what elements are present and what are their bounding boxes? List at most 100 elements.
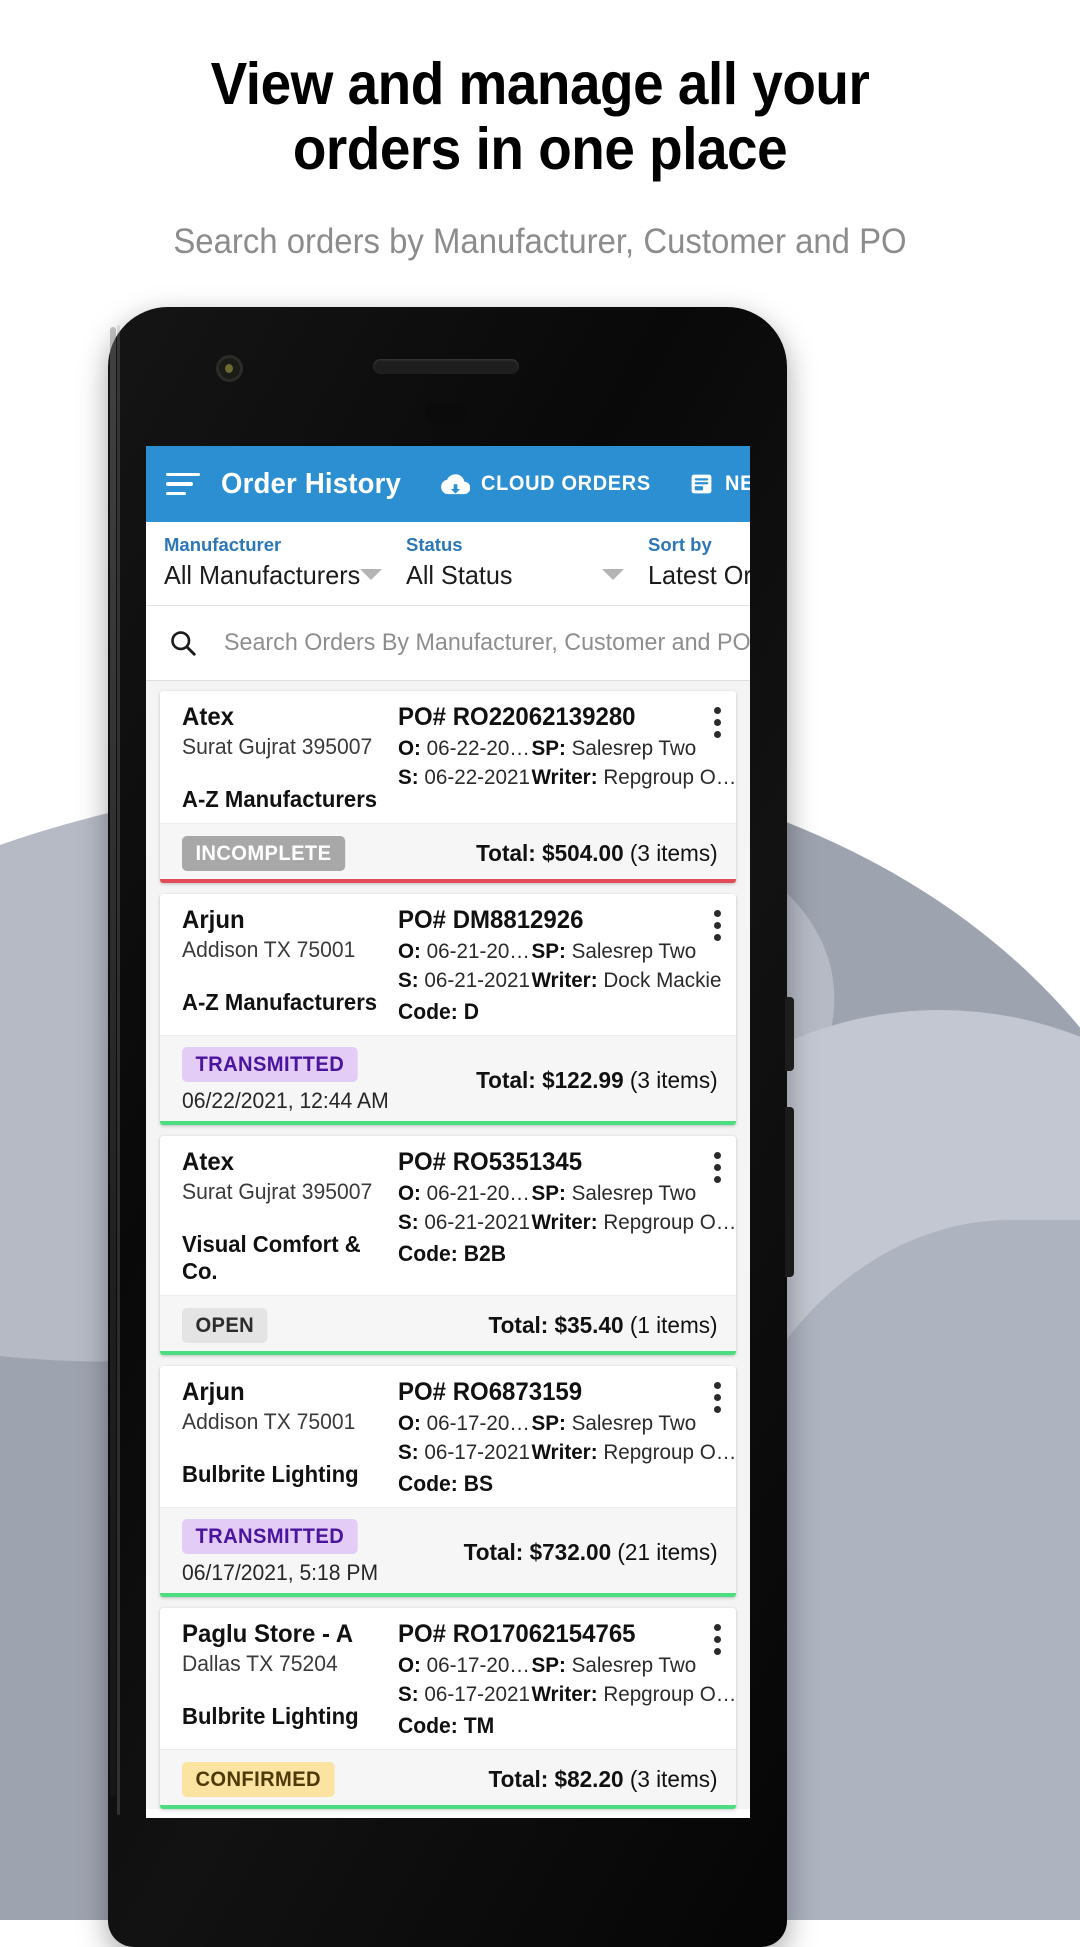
salesperson-label: SP: — [531, 736, 566, 760]
order-card-body: Atex Surat Gujrat 395007 A-Z Manufacturers… — [160, 691, 736, 823]
order-card-body: Atex Surat Gujrat 395007 Visual Comfort & … — [160, 1136, 736, 1295]
shipped-label: S: — [398, 1210, 419, 1234]
front-camera-icon — [216, 355, 243, 382]
shipped-label: S: — [398, 968, 419, 992]
sort-by-filter[interactable]: Sort by Latest Orde — [648, 534, 750, 591]
new-order-button[interactable]: NEW ORDER — [689, 471, 750, 497]
hero-section: View and manage all your orders in one p… — [0, 0, 1080, 262]
order-card[interactable]: Atex Surat Gujrat 395007 Visual Comfort & … — [160, 1136, 736, 1355]
order-card-footer: TRANSMITTED 06/17/2021, 5:18 PM Total: $73… — [160, 1507, 736, 1597]
manufacturer-name: Bulbrite Lighting — [182, 1703, 359, 1729]
status-accent-bar — [160, 1805, 736, 1809]
search-bar[interactable]: Search Orders By Manufacturer, Customer … — [146, 606, 750, 681]
order-meta-line-1: O: 06-17-20…SP: Salesrep Two — [398, 1653, 736, 1678]
item-count: (1 items) — [630, 1312, 718, 1338]
status-badge: TRANSMITTED — [182, 1047, 358, 1082]
chevron-down-icon[interactable] — [360, 569, 382, 580]
cloud-download-icon — [440, 473, 470, 494]
order-card[interactable]: Paglu Store - A Dallas TX 75204 Bulbrite L… — [160, 1608, 736, 1809]
order-card[interactable]: Atex Surat Gujrat 395007 A-Z Manufacturers… — [160, 691, 736, 883]
order-card-footer: CONFIRMED Total: $82.20 (3 items) — [160, 1749, 736, 1809]
overflow-menu-icon[interactable] — [713, 1152, 721, 1183]
writer-name: Repgroup O… — [603, 1440, 736, 1464]
new-document-icon — [691, 474, 712, 494]
manufacturer-filter[interactable]: Manufacturer All Manufacturers — [164, 534, 406, 591]
order-meta-line-2: S: 06-17-2021Writer: Repgroup O… — [398, 1682, 736, 1707]
order-code: Code: TM — [398, 1713, 495, 1738]
sort-by-filter-label: Sort by — [648, 534, 712, 555]
customer-address: Addison TX 75001 — [182, 1409, 356, 1434]
manufacturer-filter-label: Manufacturer — [164, 534, 282, 555]
salesperson-label: SP: — [531, 1181, 566, 1205]
headline-line-2: orders in one place — [292, 115, 788, 182]
status-filter-label: Status — [406, 534, 463, 555]
order-meta-line-1: O: 06-21-20…SP: Salesrep Two — [398, 939, 721, 964]
earpiece-speaker — [373, 359, 519, 374]
chevron-down-icon[interactable] — [602, 569, 624, 580]
cloud-orders-button[interactable]: CLOUD ORDERS — [440, 472, 660, 496]
item-count: (3 items) — [630, 1067, 718, 1093]
writer-name: Dock Mackie — [603, 968, 722, 992]
order-code: Code: D — [398, 999, 479, 1024]
salesperson-name: Salesrep Two — [571, 939, 697, 963]
phone-power-button — [785, 997, 794, 1071]
order-code: Code: BS — [398, 1471, 494, 1496]
salesperson-label: SP: — [531, 1411, 566, 1435]
order-card-footer: OPEN Total: $35.40 (1 items) — [160, 1295, 736, 1355]
status-filter[interactable]: Status All Status — [406, 534, 648, 591]
writer-name: Repgroup O… — [603, 765, 736, 789]
order-total: Total: $122.99 (3 items) — [476, 1067, 718, 1094]
search-input[interactable]: Search Orders By Manufacturer, Customer … — [224, 629, 750, 657]
phone-edge-highlight-2 — [117, 325, 120, 1815]
order-total: Total: $504.00 (3 items) — [476, 840, 718, 867]
salesperson-name: Salesrep Two — [571, 1411, 697, 1435]
order-customer-column: Atex Surat Gujrat 395007 Visual Comfort & … — [160, 1148, 398, 1285]
phone-mockup: Order History CLOUD ORDERS NEW ORDER — [108, 307, 794, 1947]
shipped-label: S: — [398, 1682, 419, 1706]
order-card[interactable]: Arjun Addison TX 75001 Bulbrite Lighting PO… — [160, 1366, 736, 1597]
manufacturer-name: A-Z Manufacturers — [182, 786, 378, 812]
order-customer-column: Arjun Addison TX 75001 A-Z Manufacturers — [160, 906, 398, 1025]
overflow-menu-icon[interactable] — [713, 707, 721, 738]
customer-address: Surat Gujrat 395007 — [182, 734, 373, 759]
overflow-menu-icon[interactable] — [713, 1382, 721, 1413]
total-amount: $82.20 — [554, 1766, 624, 1792]
item-count: (21 items) — [617, 1539, 718, 1565]
order-card[interactable]: Arjun Addison TX 75001 A-Z Manufacturers PO… — [160, 894, 736, 1125]
manufacturer-name: Bulbrite Lighting — [182, 1461, 359, 1487]
manufacturer-name: A-Z Manufacturers — [182, 989, 378, 1015]
order-timestamp: 06/22/2021, 12:44 AM — [182, 1088, 389, 1113]
overflow-menu-icon[interactable] — [713, 1624, 721, 1655]
salesperson-label: SP: — [531, 939, 566, 963]
status-accent-bar — [160, 1351, 736, 1355]
new-order-label: NEW ORDER — [725, 472, 750, 495]
status-badge: TRANSMITTED — [182, 1519, 358, 1554]
order-meta-line-1: O: 06-22-20…SP: Salesrep Two — [398, 736, 736, 761]
status-filter-value: All Status — [406, 560, 513, 590]
order-detail-column: PO# DM8812926 O: 06-21-20…SP: Salesrep Tw… — [398, 906, 736, 1025]
ordered-label: O: — [398, 736, 421, 760]
total-label: Total: — [488, 1766, 549, 1792]
order-card-footer: INCOMPLETE Total: $504.00 (3 items) — [160, 823, 736, 883]
purchase-order-number: PO# RO5351345 — [398, 1148, 583, 1176]
customer-address: Dallas TX 75204 — [182, 1651, 338, 1676]
purchase-order-number: PO# RO22062139280 — [398, 703, 636, 731]
order-code: Code: B2B — [398, 1241, 506, 1266]
hero-subtitle: Search orders by Manufacturer, Customer … — [173, 221, 907, 261]
search-icon — [171, 631, 196, 656]
purchase-order-number: PO# DM8812926 — [398, 906, 584, 934]
shipped-label: S: — [398, 765, 419, 789]
phone-volume-button — [785, 1107, 794, 1277]
order-detail-column: PO# RO17062154765 O: 06-17-20…SP: Salesre… — [398, 1620, 736, 1739]
status-accent-bar — [160, 879, 736, 883]
order-meta-line-2: S: 06-21-2021Writer: Dock Mackie — [398, 968, 721, 993]
customer-address: Surat Gujrat 395007 — [182, 1179, 373, 1204]
ordered-date: 06-22-20… — [426, 736, 530, 760]
order-customer-column: Paglu Store - A Dallas TX 75204 Bulbrite L… — [160, 1620, 398, 1739]
shipped-date: 06-17-2021 — [424, 1682, 530, 1706]
status-accent-bar — [160, 1121, 736, 1125]
overflow-menu-icon[interactable] — [713, 910, 721, 941]
hamburger-menu-icon[interactable] — [166, 472, 200, 496]
total-amount: $504.00 — [542, 840, 624, 866]
writer-name: Repgroup O… — [603, 1210, 736, 1234]
